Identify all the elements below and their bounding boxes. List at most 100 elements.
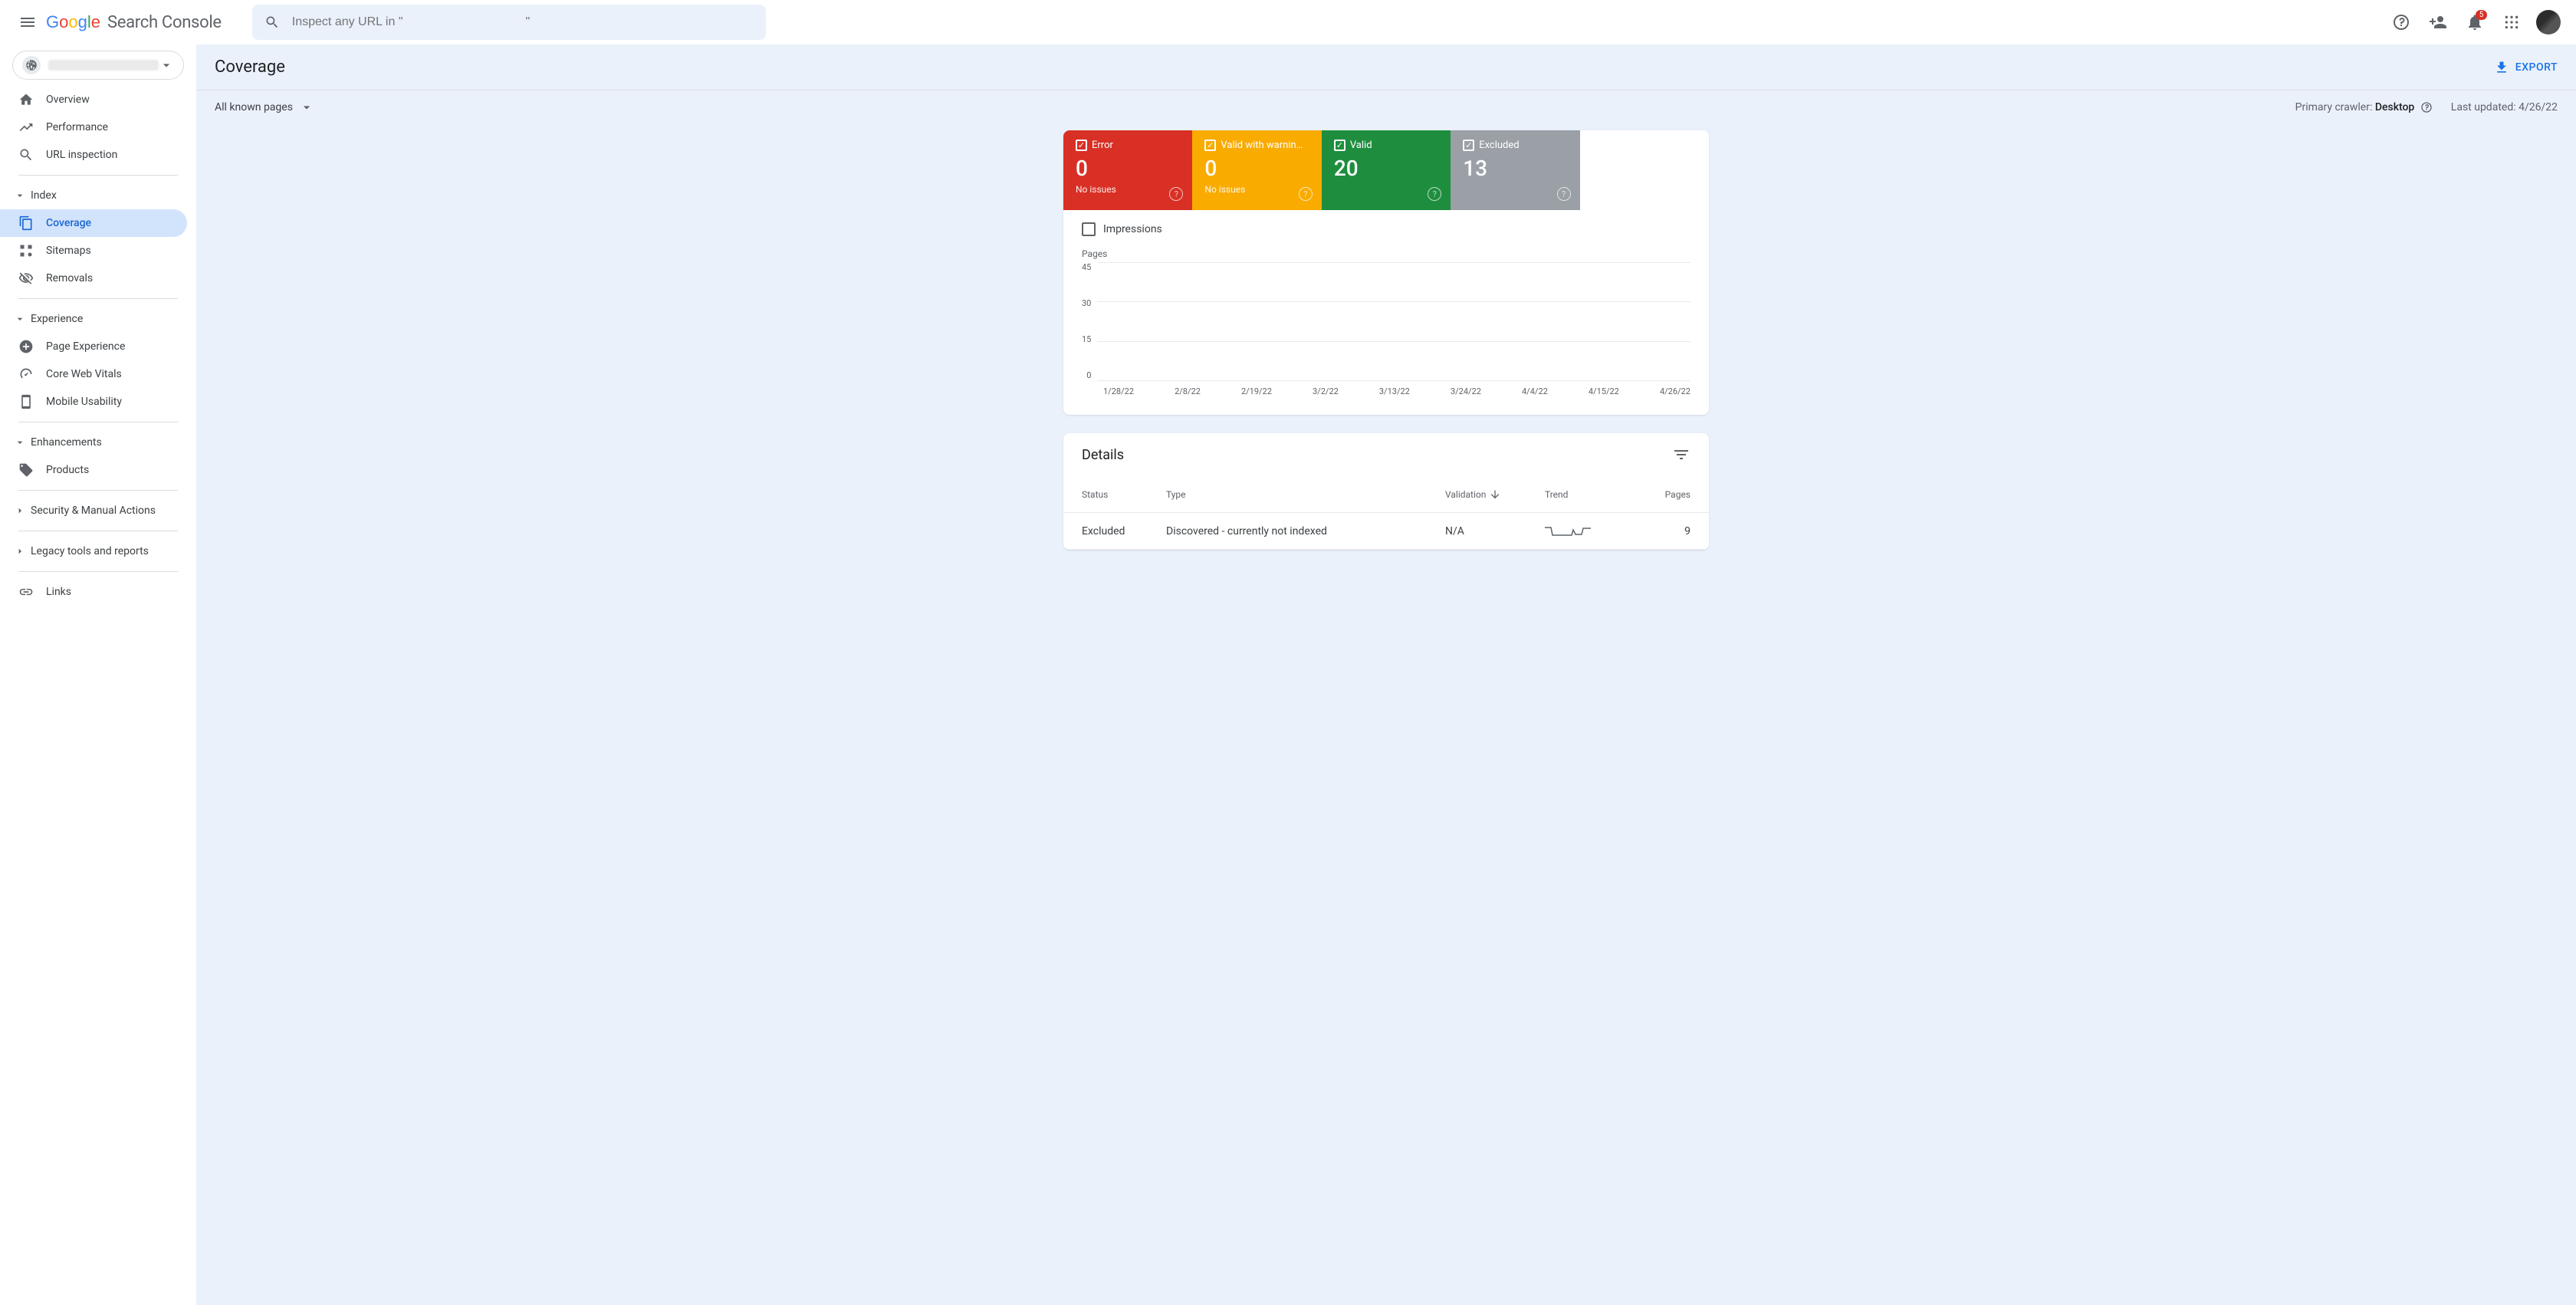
help-button[interactable] — [2386, 7, 2417, 38]
nav-page-experience[interactable]: Page Experience — [0, 333, 187, 360]
google-logo: Google Search Console — [46, 13, 222, 32]
property-name-redacted — [48, 60, 159, 71]
coverage-summary-card: Error 0 No issues ? Valid with warnin… 0… — [1063, 130, 1709, 415]
tab-valid-warnings[interactable]: Valid with warnin… 0 No issues ? — [1192, 130, 1321, 210]
globe-icon — [22, 56, 41, 74]
nav-links[interactable]: Links — [0, 578, 187, 606]
nav-label: Overview — [46, 94, 90, 106]
mobile-icon — [18, 394, 34, 409]
nav-core-web-vitals[interactable]: Core Web Vitals — [0, 360, 187, 388]
page-filter-dropdown[interactable]: All known pages — [215, 100, 314, 115]
search-icon — [18, 147, 34, 163]
nav-label: Links — [46, 586, 71, 598]
checkbox-icon — [1076, 140, 1087, 151]
nav-sitemaps[interactable]: Sitemaps — [0, 237, 187, 265]
table-header: Status Type Validation Trend Pages — [1063, 476, 1709, 513]
sidebar: Overview Performance URL inspection Inde… — [0, 44, 196, 1305]
last-updated: Last updated: 4/26/22 — [2451, 101, 2558, 113]
export-label: EXPORT — [2515, 61, 2558, 74]
section-legacy[interactable]: Legacy tools and reports — [0, 537, 196, 565]
nav-mobile-usability[interactable]: Mobile Usability — [0, 388, 187, 416]
section-label: Security & Manual Actions — [31, 505, 156, 517]
search-input[interactable] — [292, 15, 754, 29]
chevron-down-icon — [12, 436, 28, 449]
nav-coverage[interactable]: Coverage — [0, 209, 187, 237]
help-icon[interactable]: ? — [1428, 187, 1441, 201]
avatar-image — [2536, 10, 2561, 35]
nav-label: Products — [46, 464, 89, 476]
help-icon[interactable]: ? — [1169, 187, 1183, 201]
section-enhancements[interactable]: Enhancements — [0, 429, 196, 456]
section-label: Legacy tools and reports — [31, 545, 149, 557]
notifications-button[interactable]: 5 — [2459, 7, 2490, 38]
checkbox-icon — [1463, 140, 1474, 151]
nav-label: Sitemaps — [46, 245, 91, 257]
details-title: Details — [1082, 447, 1124, 463]
sitemap-icon — [18, 243, 34, 258]
nav-label: Mobile Usability — [46, 396, 122, 408]
account-avatar[interactable] — [2533, 7, 2564, 38]
nav-overview[interactable]: Overview — [0, 86, 187, 113]
search-icon — [264, 15, 280, 30]
table-row[interactable]: Excluded Discovered - currently not inde… — [1063, 513, 1709, 550]
app-name: Search Console — [107, 13, 222, 32]
trending-icon — [18, 120, 34, 135]
nav-label: Page Experience — [46, 340, 125, 353]
dropdown-arrow-icon — [159, 58, 174, 73]
visibility-off-icon — [18, 271, 34, 286]
property-selector[interactable] — [12, 51, 184, 80]
users-button[interactable] — [2423, 7, 2453, 38]
document-icon — [18, 215, 34, 231]
nav-removals[interactable]: Removals — [0, 265, 187, 292]
chevron-down-icon — [12, 313, 28, 325]
nav-label: Removals — [46, 272, 93, 284]
nav-label: Performance — [46, 121, 108, 133]
col-trend[interactable]: Trend — [1545, 489, 1644, 500]
impressions-checkbox[interactable] — [1082, 222, 1096, 236]
download-icon — [2494, 60, 2509, 75]
col-status[interactable]: Status — [1082, 489, 1166, 500]
nav-label: URL inspection — [46, 149, 117, 161]
warning-count: 0 — [1204, 156, 1309, 181]
tab-spacer — [1580, 130, 1709, 210]
export-button[interactable]: EXPORT — [2494, 60, 2558, 75]
dropdown-arrow-icon — [299, 100, 314, 115]
filter-button[interactable] — [1672, 445, 1691, 464]
trend-sparkline — [1545, 524, 1644, 539]
chevron-right-icon — [12, 545, 28, 557]
checkbox-icon — [1334, 140, 1346, 151]
section-label: Index — [31, 189, 57, 202]
gauge-icon — [18, 367, 34, 382]
section-experience[interactable]: Experience — [0, 305, 196, 333]
help-icon[interactable] — [2420, 101, 2433, 113]
chevron-down-icon — [12, 189, 28, 202]
nav-products[interactable]: Products — [0, 456, 187, 484]
checkbox-icon — [1204, 140, 1216, 151]
help-icon[interactable]: ? — [1299, 187, 1313, 201]
impressions-label: Impressions — [1103, 223, 1162, 235]
hamburger-menu-button[interactable] — [12, 7, 43, 38]
help-icon — [2392, 13, 2410, 31]
filter-list-icon — [1672, 445, 1691, 464]
user-add-icon — [2429, 13, 2447, 31]
chevron-right-icon — [12, 505, 28, 517]
home-icon — [18, 92, 34, 107]
col-validation[interactable]: Validation — [1445, 488, 1545, 501]
section-security[interactable]: Security & Manual Actions — [0, 497, 196, 524]
google-apps-button[interactable] — [2496, 7, 2527, 38]
help-icon[interactable]: ? — [1557, 187, 1571, 201]
col-pages[interactable]: Pages — [1644, 489, 1691, 500]
nav-performance[interactable]: Performance — [0, 113, 187, 141]
tab-valid[interactable]: Valid 20 ? — [1322, 130, 1451, 210]
col-type[interactable]: Type — [1166, 489, 1445, 500]
tab-excluded[interactable]: Excluded 13 ? — [1451, 130, 1579, 210]
crawler-info: Primary crawler: Desktop — [2295, 101, 2433, 113]
nav-url-inspection[interactable]: URL inspection — [0, 141, 187, 169]
svg-text:Google: Google — [46, 13, 100, 31]
details-card: Details Status Type Validation Trend — [1063, 433, 1709, 550]
url-inspect-search[interactable] — [252, 5, 766, 40]
link-icon — [18, 584, 34, 600]
section-index[interactable]: Index — [0, 182, 196, 209]
tag-icon — [18, 462, 34, 478]
tab-error[interactable]: Error 0 No issues ? — [1063, 130, 1192, 210]
